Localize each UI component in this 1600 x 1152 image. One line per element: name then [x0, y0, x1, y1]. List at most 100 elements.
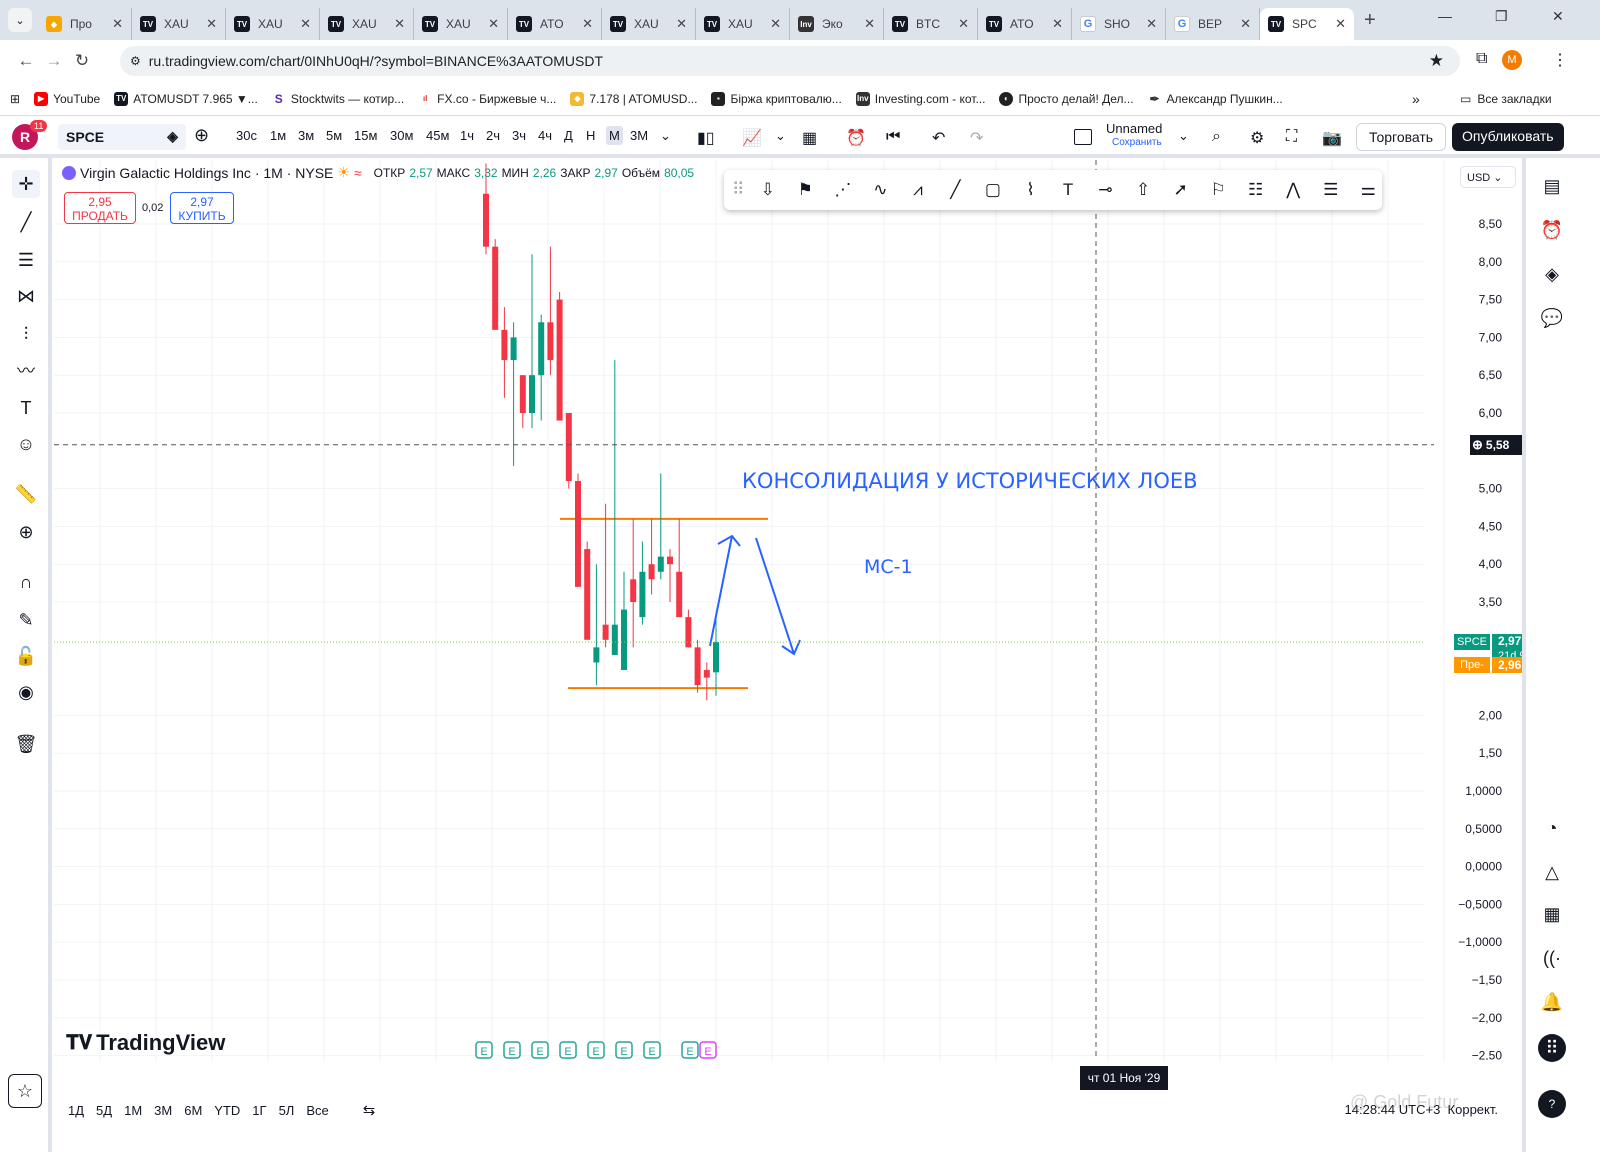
arrow-up-marker-icon[interactable]: ⇧	[1129, 180, 1157, 200]
earnings-marker-icon[interactable]: E	[531, 1041, 549, 1059]
annotation-title[interactable]: КОНСОЛИДАЦИЯ У ИСТОРИЧЕСКИХ ЛОЕВ	[742, 469, 1198, 493]
redo-icon[interactable]: ↷	[970, 128, 983, 148]
fullscreen-icon[interactable]: ⛶	[1286, 128, 1297, 146]
prediction-icon[interactable]: ⫶	[12, 320, 40, 348]
trendline-icon[interactable]: ╱	[12, 208, 40, 236]
arrow-tool-icon[interactable]: ➚	[1167, 180, 1195, 200]
tab-close-icon[interactable]: ✕	[300, 16, 311, 32]
interval-6[interactable]: 45м	[426, 128, 449, 143]
bookmark-binance[interactable]: ◆ 7.178 | ATOMUSD...	[570, 91, 697, 106]
bookmark-atomusdt[interactable]: TV ATOMUSDT 7.965 ▼...	[114, 91, 258, 106]
tab-close-icon[interactable]: ✕	[958, 16, 969, 32]
bookmark-stocktwits[interactable]: S Stocktwits — котир...	[271, 91, 404, 106]
ruler-icon[interactable]: 📏	[12, 480, 40, 508]
browser-tab[interactable]: G BEP ✕	[1166, 8, 1260, 40]
snapshot-camera-icon[interactable]: 📷	[1322, 128, 1342, 148]
elliott-impulse-icon[interactable]: ⋰	[829, 180, 857, 200]
browser-tab[interactable]: TV XAU ✕	[414, 8, 508, 40]
all-bookmarks[interactable]: ▭ Все закладки	[1460, 92, 1552, 106]
replay-icon[interactable]: ⏮	[886, 128, 900, 146]
browser-tab[interactable]: TV XAU ✕	[696, 8, 790, 40]
symbol-search[interactable]: SPCE ◈	[58, 124, 186, 150]
add-symbol-icon[interactable]: ⊕	[194, 125, 209, 146]
earnings-marker-icon[interactable]: E	[699, 1041, 717, 1059]
close-window-icon[interactable]: ✕	[1552, 8, 1564, 25]
indicators-dropdown-icon[interactable]: ⌄	[775, 128, 786, 144]
lock-drawings-icon[interactable]: ✎	[12, 606, 40, 634]
profile-avatar[interactable]: M	[1502, 50, 1522, 70]
text-icon[interactable]: T	[12, 394, 40, 422]
browser-tab[interactable]: TV XAU ✕	[602, 8, 696, 40]
url-field[interactable]: ⚙ ru.tradingview.com/chart/0INhU0qH/?sym…	[120, 46, 1460, 76]
sell-button[interactable]: 2,95 ПРОДАТЬ	[64, 192, 136, 224]
earnings-marker-icon[interactable]: E	[587, 1041, 605, 1059]
browser-tab[interactable]: TV XAU ✕	[226, 8, 320, 40]
earnings-marker-icon[interactable]: E	[643, 1041, 661, 1059]
goto-date-icon[interactable]: ⇆	[363, 1101, 376, 1119]
interval-7[interactable]: 1ч	[460, 128, 474, 143]
bookmark-pushkin[interactable]: ✒ Александр Пушкин...	[1147, 91, 1283, 106]
buy-button[interactable]: 2,97 КУПИТЬ	[170, 192, 234, 224]
interval-9[interactable]: 3ч	[512, 128, 526, 143]
interval-8[interactable]: 2ч	[486, 128, 500, 143]
restore-icon[interactable]: ❐	[1495, 8, 1508, 25]
browser-tab[interactable]: TV XAU ✕	[320, 8, 414, 40]
apps-grid-icon[interactable]: ⊞	[10, 92, 20, 106]
range-1[interactable]: 5Д	[96, 1103, 112, 1118]
arrow-down-marker-icon[interactable]: ⇩	[754, 180, 782, 200]
alert-clock-icon[interactable]: ⏰	[1538, 216, 1566, 244]
tab-close-icon[interactable]: ✕	[1146, 16, 1157, 32]
settings-gear-icon[interactable]: ⚙	[1250, 128, 1264, 148]
layout-dropdown-icon[interactable]: ⌄	[1178, 128, 1189, 144]
layout-checkbox-icon[interactable]	[1074, 129, 1092, 145]
tab-close-icon[interactable]: ✕	[1335, 16, 1346, 32]
bookmark-star-icon[interactable]: ★	[1429, 51, 1444, 71]
range-4[interactable]: 6М	[184, 1103, 202, 1118]
interval-14[interactable]: 3М	[630, 128, 648, 143]
eye-icon[interactable]: ◉	[12, 678, 40, 706]
tab-close-icon[interactable]: ✕	[206, 16, 217, 32]
flag-price-icon[interactable]: ⚑	[792, 180, 820, 200]
extensions-icon[interactable]: ⧉	[1476, 50, 1487, 68]
range-6[interactable]: 1Г	[252, 1103, 266, 1118]
chat-icon[interactable]: 💬	[1538, 304, 1566, 332]
compare-diamond-icon[interactable]: ◈	[167, 128, 178, 145]
forward-icon[interactable]: →	[40, 51, 68, 71]
rectangle-icon[interactable]: ▢	[979, 180, 1007, 200]
earnings-marker-icon[interactable]: E	[503, 1041, 521, 1059]
browser-tab[interactable]: TV BTC ✕	[884, 8, 978, 40]
add-alert-plus-icon[interactable]: ⊕	[1472, 437, 1483, 453]
tab-close-icon[interactable]: ✕	[770, 16, 781, 32]
flag-icon[interactable]: ⚐	[1204, 180, 1232, 200]
interval-1[interactable]: 1м	[270, 128, 286, 143]
trade-button[interactable]: Торговать	[1356, 123, 1447, 151]
fib-levels-icon[interactable]: ☷	[1242, 180, 1270, 200]
browser-menu-icon[interactable]: ⋮	[1552, 50, 1568, 70]
bookmark-prostodelay[interactable]: ◐ Просто делай! Дел...	[999, 91, 1134, 106]
site-info-icon[interactable]: ⚙	[130, 54, 141, 68]
bell-icon[interactable]: 🔔	[1538, 988, 1566, 1016]
broadcast-icon[interactable]: ((·	[1538, 944, 1566, 972]
tab-close-icon[interactable]: ✕	[488, 16, 499, 32]
zoom-icon[interactable]: ⊕	[12, 518, 40, 546]
pattern-icon[interactable]: ⋈	[12, 282, 40, 310]
interval-12[interactable]: Н	[586, 128, 595, 143]
fib-icon[interactable]: ☰	[12, 246, 40, 274]
range-0[interactable]: 1Д	[68, 1103, 84, 1118]
candle-type-icon[interactable]: ▮▯	[697, 128, 715, 148]
bookmark-exchange[interactable]: ▪ Біржа криптовалю...	[711, 91, 842, 106]
browser-tab[interactable]: TV XAU ✕	[132, 8, 226, 40]
lock-icon[interactable]: 🔓	[12, 642, 40, 670]
browser-tab[interactable]: TV SPC ✕	[1260, 8, 1354, 40]
interval-4[interactable]: 15м	[354, 128, 377, 143]
tab-close-icon[interactable]: ✕	[864, 16, 875, 32]
ideas-icon[interactable]: △	[1538, 858, 1566, 886]
abcd-pattern-icon[interactable]: ⋀	[1279, 180, 1307, 200]
earnings-marker-icon[interactable]: E	[615, 1041, 633, 1059]
interval-0[interactable]: 30с	[236, 128, 257, 143]
range-8[interactable]: Все	[306, 1103, 328, 1118]
elliott-correction-icon[interactable]: ∿	[867, 180, 895, 200]
browser-tab[interactable]: TV ATO ✕	[978, 8, 1072, 40]
interval-5[interactable]: 30м	[390, 128, 413, 143]
path-icon[interactable]: ⌇	[1017, 180, 1045, 200]
